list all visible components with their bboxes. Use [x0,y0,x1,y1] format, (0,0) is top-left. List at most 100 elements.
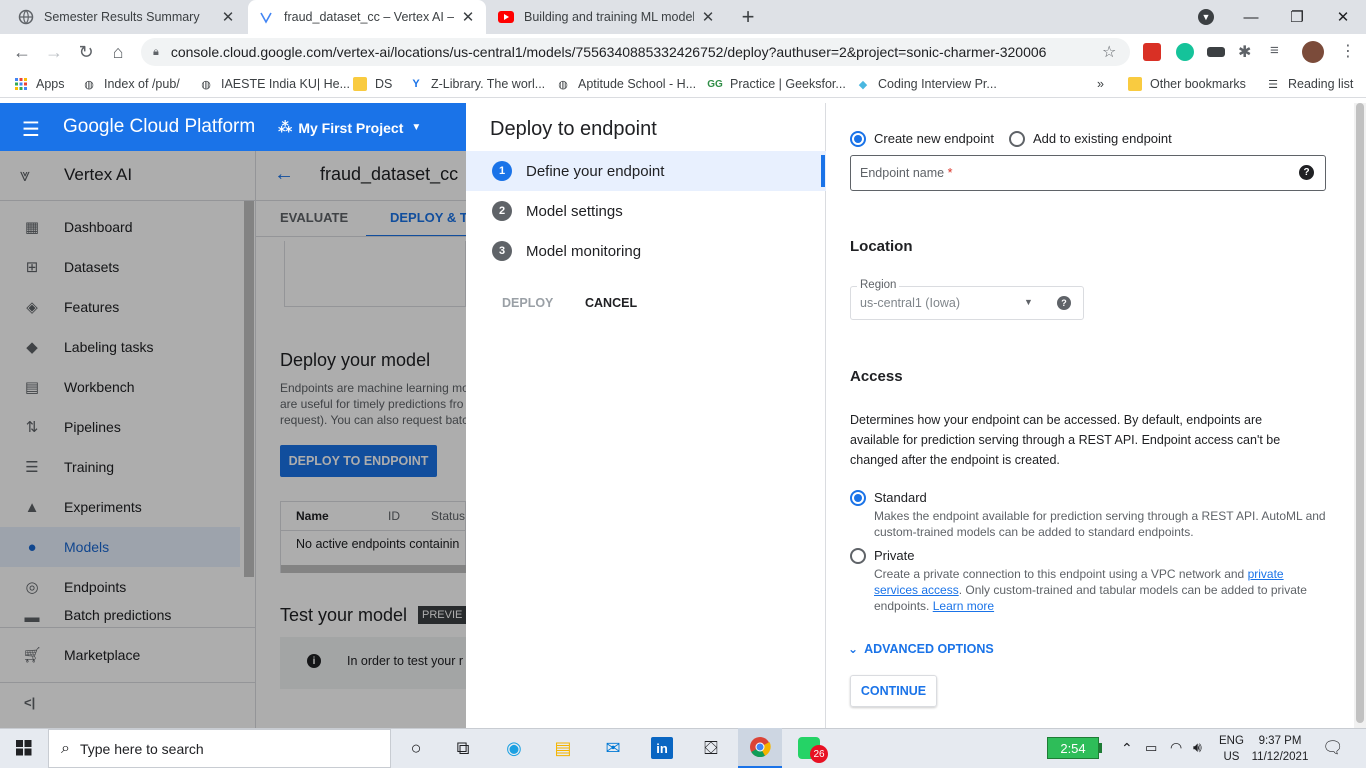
edge-icon[interactable]: ◉ [492,728,536,768]
bookmark-geeksforgeeks[interactable]: GG Practice | Geeksfor... [707,70,846,98]
project-selector[interactable]: ⁂ My First Project ▼ [278,119,421,136]
store-icon[interactable]: ⛋ [689,728,733,768]
battery-icon[interactable]: ▭ [1145,740,1157,756]
browser-tab-youtube[interactable]: Building and training ML models ✕ [488,0,726,34]
apps-grid-icon [14,77,28,91]
bookmark-star-icon[interactable]: ☆ [1102,42,1116,62]
private-services-link[interactable]: private [1248,567,1284,581]
notifications-icon[interactable]: 🗨︎ [1322,738,1344,758]
wifi-icon[interactable]: ◠ [1170,739,1182,756]
tray-overflow-icon[interactable]: ⌃ [1121,740,1133,757]
new-tab-button[interactable]: + [736,4,760,29]
bookmark-zlibrary[interactable]: Y Z-Library. The worl... [409,70,545,98]
battery-timer[interactable]: 2:54 [1047,737,1099,759]
page-scrollbar[interactable] [1354,103,1366,728]
endpoint-name-input[interactable]: Endpoint name * ? [850,155,1326,191]
minimize-icon[interactable]: — [1228,0,1274,34]
bookmark-iaeste[interactable]: ◍ IAESTE India KU| He... [199,70,350,98]
gfg-icon: GG [707,78,723,90]
bookmark-index-pub[interactable]: ◍ Index of /pub/ [82,70,180,98]
mail-icon[interactable]: ✉ [591,728,635,768]
step-model-monitoring[interactable]: 3 Model monitoring [466,231,826,271]
youtube-icon [498,9,514,25]
volume-icon[interactable]: 🔊︎ [1193,739,1202,756]
keyboard-extension-icon[interactable] [1207,47,1225,57]
taskbar-search-box[interactable]: ⌕ Type here to search [48,729,391,768]
file-explorer-icon[interactable]: ▤ [541,728,585,768]
private-services-link-2[interactable]: services access [874,583,959,597]
reading-list-button[interactable]: ☰ Reading list [1266,70,1353,98]
step-model-settings[interactable]: 2 Model settings [466,191,826,231]
clock[interactable]: 9:37 PM 11/12/2021 [1250,733,1310,765]
lock-icon: 🔒︎ [153,45,159,58]
pdf-extension-icon[interactable] [1143,43,1161,61]
vertex-icon [258,9,274,25]
cortana-icon[interactable]: ○ [394,728,438,768]
step-define-endpoint[interactable]: 1 Define your endpoint [466,151,826,191]
standard-label: Standard [874,490,927,505]
whatsapp-icon[interactable]: 26 [787,728,831,768]
address-bar[interactable]: 🔒︎ console.cloud.google.com/vertex-ai/lo… [141,38,1130,66]
private-label: Private [874,548,915,563]
bookmark-ds[interactable]: DS [353,70,392,98]
notification-badge: 26 [810,745,828,763]
back-icon[interactable]: ← [10,40,34,64]
tab-title: Building and training ML models [524,10,694,24]
more-bookmarks-button[interactable]: » [1097,70,1104,98]
create-endpoint-radio[interactable] [850,131,866,147]
linkedin-icon[interactable]: in [640,728,684,768]
continue-button[interactable]: CONTINUE [850,675,937,707]
globe-icon [18,9,34,25]
home-icon[interactable]: ⌂ [106,40,130,64]
existing-endpoint-radio[interactable] [1009,131,1025,147]
windows-start-icon[interactable] [2,728,46,768]
learn-more-link[interactable]: Learn more [933,599,994,613]
bookmark-aptitude[interactable]: ◍ Aptitude School - H... [556,70,696,98]
chrome-menu-icon[interactable]: ⋮ [1340,41,1356,61]
close-tab-icon[interactable]: ✕ [700,8,716,26]
task-view-icon[interactable]: ⧉ [441,728,485,768]
access-heading: Access [850,368,903,385]
help-icon[interactable]: ? [1057,296,1071,310]
folder-icon [353,77,367,91]
standard-description: Makes the endpoint available for predict… [874,509,1326,539]
extensions-puzzle-icon[interactable]: ✱ [1238,42,1251,62]
existing-endpoint-label: Add to existing endpoint [1033,131,1172,146]
media-queue-icon[interactable]: ≡ [1270,42,1279,59]
search-icon: ⌕ [61,739,70,757]
modal-scrim[interactable] [0,151,466,728]
deploy-button[interactable]: DEPLOY [502,296,553,310]
close-tab-icon[interactable]: ✕ [220,8,236,26]
bookmark-apps[interactable]: Apps [14,70,65,98]
private-access-radio[interactable] [850,548,866,564]
scrollbar-thumb[interactable] [1356,103,1364,723]
forward-icon[interactable]: → [42,40,66,64]
region-select[interactable]: Region us-central1 (Iowa) ▼ ? [850,279,1084,320]
tab-title: Semester Results Summary [44,10,200,24]
reload-icon[interactable]: ↻ [74,40,98,64]
region-label: Region [857,279,900,291]
tab-search-icon[interactable]: ▼ [1198,9,1214,25]
tab-title: fraud_dataset_cc – Vertex AI – My [284,10,454,24]
restore-icon[interactable]: ❐ [1274,0,1320,34]
help-icon[interactable]: ? [1299,165,1314,180]
close-window-icon[interactable]: ✕ [1320,0,1366,34]
standard-access-radio[interactable] [850,490,866,506]
language-indicator[interactable]: ENG US [1219,733,1244,765]
avatar[interactable] [1302,41,1324,63]
advanced-options-toggle[interactable]: ⌄ ADVANCED OPTIONS [848,642,994,656]
globe-icon: ◍ [558,78,568,91]
close-tab-icon[interactable]: ✕ [460,8,476,26]
zlib-icon: Y [412,78,420,90]
region-value: us-central1 (Iowa) [860,296,961,310]
cancel-button[interactable]: CANCEL [585,296,637,310]
browser-tab-semester[interactable]: Semester Results Summary ✕ [8,0,246,34]
grammarly-extension-icon[interactable] [1176,43,1194,61]
browser-tab-vertex[interactable]: fraud_dataset_cc – Vertex AI – My ✕ [248,0,486,34]
hamburger-menu-icon[interactable]: ☰ [22,117,40,142]
folder-icon [1128,77,1142,91]
access-description: Determines how your endpoint can be acce… [850,413,1281,467]
bookmark-other[interactable]: Other bookmarks [1128,70,1246,98]
chrome-taskbar-icon[interactable] [738,728,782,768]
bookmark-coding-interview[interactable]: ◆ Coding Interview Pr... [856,70,997,98]
